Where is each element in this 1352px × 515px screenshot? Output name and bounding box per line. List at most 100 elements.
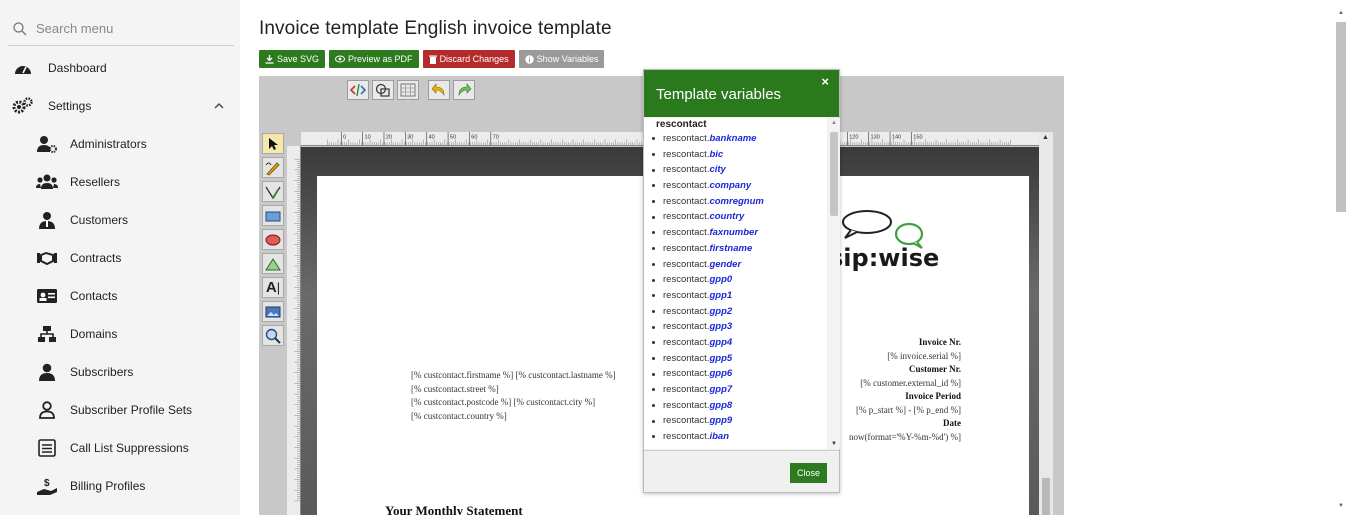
variable-field[interactable]: gpp3 xyxy=(709,319,732,335)
scroll-up-icon[interactable]: ▲ xyxy=(1338,10,1344,16)
invoice-period-label: Invoice Period xyxy=(905,391,961,401)
sidebar-item-subscribers[interactable]: Subscribers xyxy=(36,360,133,384)
save-svg-button[interactable]: Save SVG xyxy=(259,50,326,68)
variable-item[interactable]: rescontact. gpp2 xyxy=(652,304,827,320)
grid-icon[interactable] xyxy=(397,80,419,100)
variable-item[interactable]: rescontact. gpp0 xyxy=(652,272,827,288)
variable-field[interactable]: gender xyxy=(709,257,741,273)
variable-item[interactable]: rescontact. gpp6 xyxy=(652,366,827,382)
variable-field[interactable]: gpp0 xyxy=(709,272,732,288)
variable-item[interactable]: rescontact. comregnum xyxy=(652,194,827,210)
variable-item[interactable]: rescontact. city xyxy=(652,162,827,178)
sidebar-item-label: Administrators xyxy=(70,137,147,151)
preview-pdf-button[interactable]: Preview as PDF xyxy=(329,50,419,68)
invoice-info: Invoice Nr. [% invoice.serial %] Custome… xyxy=(849,336,961,444)
sidebar-item-contracts[interactable]: Contracts xyxy=(36,246,121,270)
variable-list-scroll-thumb[interactable] xyxy=(830,132,838,216)
variable-field[interactable]: gpp8 xyxy=(709,398,732,414)
search-box[interactable] xyxy=(8,12,234,46)
dialog-divider xyxy=(644,450,839,451)
variable-item[interactable]: rescontact. bic xyxy=(652,147,827,163)
zoom-tool-icon[interactable] xyxy=(262,325,284,346)
variable-item[interactable]: rescontact. gpp3 xyxy=(652,319,827,335)
discard-changes-button[interactable]: Discard Changes xyxy=(422,50,515,68)
sidebar-item-dashboard[interactable]: Dashboard xyxy=(12,56,107,80)
variable-item[interactable]: rescontact. faxnumber xyxy=(652,225,827,241)
variable-item[interactable]: rescontact. gpp4 xyxy=(652,335,827,351)
customer-nr-label: Customer Nr. xyxy=(909,364,961,374)
variable-field[interactable]: country xyxy=(709,209,744,225)
page-scrollbar[interactable]: ▲ ▼ xyxy=(1334,0,1352,515)
variable-field[interactable]: bankname xyxy=(709,131,756,147)
freehand-tool-icon[interactable] xyxy=(262,157,284,178)
variable-item[interactable]: rescontact. gpp9 xyxy=(652,413,827,429)
variable-item[interactable]: rescontact. gpp8 xyxy=(652,398,827,414)
sidebar-item-billing-profiles[interactable]: $ Billing Profiles xyxy=(36,474,145,498)
sidebar-item-settings[interactable]: Settings xyxy=(12,94,91,118)
close-icon[interactable]: × xyxy=(821,74,829,89)
variable-item[interactable]: rescontact. company xyxy=(652,178,827,194)
sidebar-item-administrators[interactable]: Administrators xyxy=(36,132,147,156)
variable-item[interactable]: rescontact. firstname xyxy=(652,241,827,257)
variable-item[interactable]: rescontact. iban xyxy=(652,429,827,445)
page-scroll-thumb[interactable] xyxy=(1336,22,1346,212)
sidebar-item-resellers[interactable]: Resellers xyxy=(36,170,120,194)
variable-field[interactable]: gpp5 xyxy=(709,351,732,367)
sidebar-item-customers[interactable]: Customers xyxy=(36,208,128,232)
variable-field[interactable]: company xyxy=(709,178,751,194)
variable-prefix: rescontact. xyxy=(663,336,710,348)
ellipse-tool-icon[interactable] xyxy=(262,229,284,250)
variable-item[interactable]: rescontact. gpp1 xyxy=(652,288,827,304)
scroll-down-icon[interactable]: ▼ xyxy=(1338,503,1344,509)
variable-field[interactable]: gpp4 xyxy=(709,335,732,351)
variable-field[interactable]: city xyxy=(709,162,725,178)
variable-prefix: rescontact. xyxy=(663,148,710,160)
scroll-up-icon[interactable]: ▲ xyxy=(831,120,837,126)
sidebar-item-label: Contracts xyxy=(70,251,122,265)
show-variables-button[interactable]: Show Variables xyxy=(518,50,605,68)
variable-field[interactable]: faxnumber xyxy=(709,225,758,241)
variable-item[interactable]: rescontact. country xyxy=(652,209,827,225)
variable-field[interactable]: firstname xyxy=(709,241,752,257)
variable-item[interactable]: rescontact. bankname xyxy=(652,131,827,147)
text-tool-icon[interactable]: A | xyxy=(262,277,284,298)
chevron-up-icon[interactable] xyxy=(212,99,226,113)
close-button[interactable]: Close xyxy=(790,463,828,483)
sidebar-item-call-list-suppressions[interactable]: Call List Suppressions xyxy=(36,436,189,460)
sidebar-item-domains[interactable]: Domains xyxy=(36,322,117,346)
rectangle-tool-icon[interactable] xyxy=(262,205,284,226)
polygon-tool-icon[interactable] xyxy=(262,253,284,274)
search-input[interactable] xyxy=(36,21,226,36)
variable-item[interactable]: rescontact. gpp5 xyxy=(652,351,827,367)
ruler-tick-label: 70 xyxy=(493,135,499,141)
select-tool-icon[interactable] xyxy=(262,133,284,154)
variable-field[interactable]: gpp7 xyxy=(709,382,732,398)
variable-prefix: rescontact. xyxy=(663,368,710,380)
variable-field[interactable]: gpp2 xyxy=(709,304,732,320)
redo-icon[interactable] xyxy=(453,80,475,100)
source-code-icon[interactable] xyxy=(347,80,369,100)
variable-item[interactable]: rescontact. gender xyxy=(652,257,827,273)
variable-field[interactable]: gpp6 xyxy=(709,366,732,382)
variable-list-scrollbar[interactable]: ▲ ▼ xyxy=(828,118,840,449)
path-tool-icon[interactable] xyxy=(262,181,284,202)
variable-field[interactable]: bic xyxy=(709,147,723,163)
sidebar-item-contacts[interactable]: Contacts xyxy=(36,284,117,308)
variable-field[interactable]: gpp1 xyxy=(709,288,732,304)
sidebar-item-subscriber-profile-sets[interactable]: Subscriber Profile Sets xyxy=(36,398,192,422)
variable-item[interactable]: rescontact. gpp7 xyxy=(652,382,827,398)
image-tool-icon[interactable] xyxy=(262,301,284,322)
scroll-down-icon[interactable]: ▼ xyxy=(831,441,837,447)
variable-field[interactable]: comregnum xyxy=(709,194,763,210)
ruler-tick-label: 50 xyxy=(450,135,456,141)
scroll-up-icon[interactable]: ▲ xyxy=(1042,134,1049,141)
undo-icon[interactable] xyxy=(428,80,450,100)
variable-field[interactable]: gpp9 xyxy=(709,413,732,429)
editor-scrollbar[interactable]: ▲ xyxy=(1039,132,1053,515)
vertical-ruler xyxy=(287,146,301,515)
editor-scroll-thumb[interactable] xyxy=(1042,478,1050,515)
bullet-icon xyxy=(652,325,655,329)
users-icon xyxy=(36,173,58,191)
variable-field[interactable]: iban xyxy=(709,429,729,445)
clone-shapes-icon[interactable] xyxy=(372,80,394,100)
